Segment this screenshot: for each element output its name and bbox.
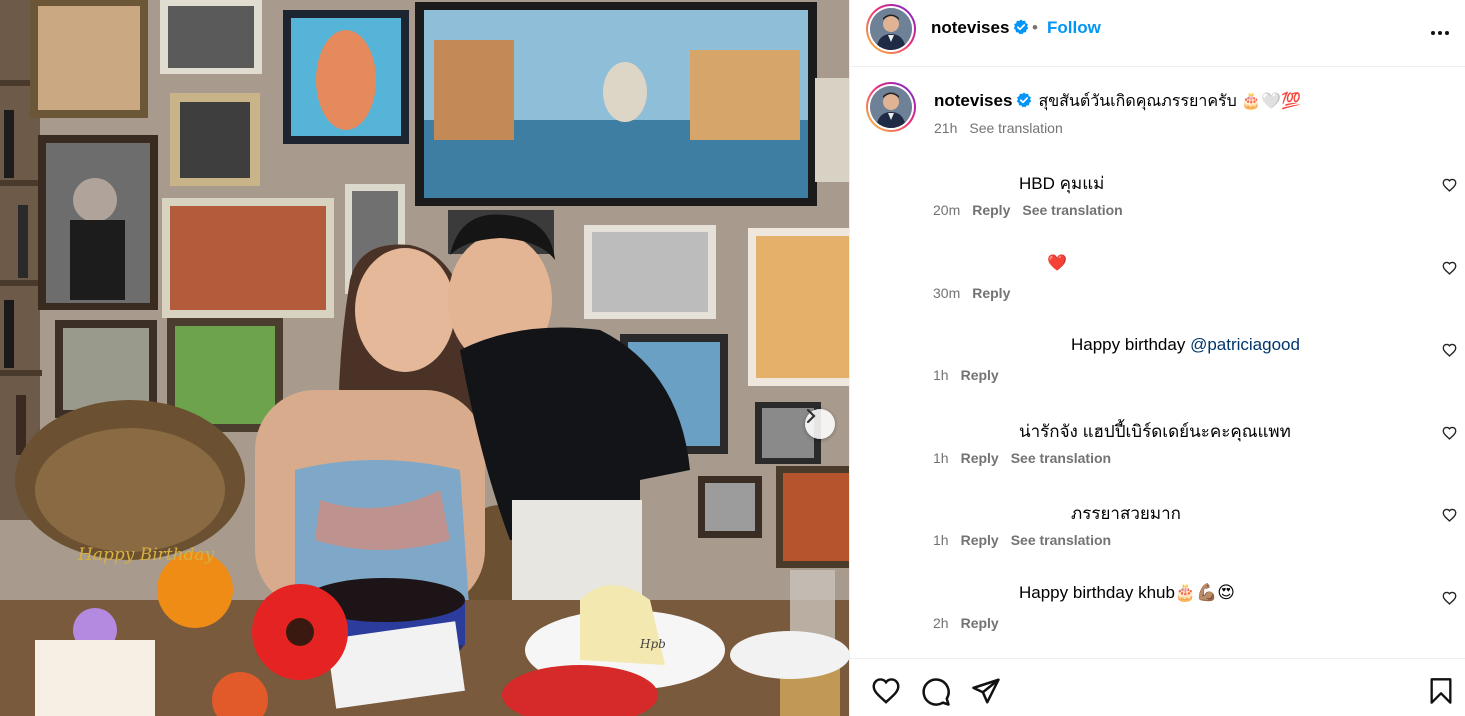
avatar-image: [870, 8, 912, 50]
avatar-image: [870, 86, 912, 128]
follow-button[interactable]: Follow: [1047, 18, 1101, 38]
verified-badge-icon: [1017, 92, 1032, 108]
comment-text: HBD คุมแม่: [1019, 174, 1105, 193]
share-button[interactable]: [971, 677, 1001, 710]
header-username-text[interactable]: notevises: [931, 18, 1009, 37]
comment-meta: 2h Reply: [933, 615, 1011, 631]
comment-time: 1h: [933, 532, 949, 548]
bookmark-icon: [1430, 678, 1452, 704]
carousel-next-button[interactable]: [805, 409, 835, 439]
comment-time: 2h: [933, 615, 949, 631]
caption-meta: 21h See translation: [934, 120, 1075, 136]
comment-bubble-icon: [922, 678, 950, 706]
comment-like-button[interactable]: [1442, 508, 1457, 527]
cake-topper-text: Happy Birthday: [77, 545, 215, 565]
more-options-button[interactable]: [1430, 24, 1450, 42]
reply-button[interactable]: Reply: [972, 285, 1010, 301]
post-photo[interactable]: Happy Birthday Hpb: [0, 0, 849, 716]
comment-time: 1h: [933, 367, 949, 383]
verified-badge-icon: [1014, 19, 1029, 35]
caption-body: สุขสันต์วันเกิดคุณภรรยาครับ 🎂🤍💯: [1038, 93, 1302, 110]
heart-outline-icon: [1442, 426, 1457, 440]
comment-meta: 1h Reply See translation: [933, 450, 1123, 466]
comment-text: ❤️: [1047, 255, 1067, 272]
comment-meta: 1h Reply See translation: [933, 532, 1123, 548]
comment-time: 20m: [933, 202, 961, 218]
comment-text: ภรรยาสวยมาก: [1071, 504, 1181, 523]
comment-time: 1h: [933, 450, 949, 466]
caption-avatar[interactable]: [866, 82, 916, 132]
comment-like-button[interactable]: [1442, 426, 1457, 445]
comment-time: 30m: [933, 285, 961, 301]
author-avatar[interactable]: [866, 4, 916, 54]
comment-meta: 30m Reply: [933, 285, 1022, 301]
heart-outline-icon: [1442, 591, 1457, 605]
comment-meta: 20m Reply See translation: [933, 202, 1135, 218]
comment-button[interactable]: [921, 677, 951, 712]
heart-outline-icon: [872, 678, 900, 704]
comment-like-button[interactable]: [1442, 343, 1457, 362]
see-translation-link[interactable]: See translation: [1022, 202, 1122, 218]
chevron-right-icon: [806, 409, 816, 423]
see-translation-link[interactable]: See translation: [1011, 532, 1111, 548]
header-username[interactable]: notevises: [931, 18, 1029, 38]
caption-time: 21h: [934, 120, 958, 136]
plate-text: Hpb: [639, 637, 666, 651]
reply-button[interactable]: Reply: [972, 202, 1010, 218]
post-actions-bar: [850, 658, 1465, 716]
mention-link[interactable]: @patriciagood: [1190, 335, 1300, 354]
heart-outline-icon: [1442, 343, 1457, 357]
see-translation-link[interactable]: See translation: [969, 120, 1062, 136]
like-button[interactable]: [871, 677, 901, 709]
more-horizontal-icon: [1431, 31, 1449, 35]
comment-body: Happy birthday: [1071, 335, 1191, 354]
comment-text: Happy birthday @patriciagood: [1071, 335, 1300, 355]
reply-button[interactable]: Reply: [961, 615, 999, 631]
comment-text: Happy birthday khub🎂💪🏽😍: [1019, 583, 1235, 602]
reply-button[interactable]: Reply: [961, 450, 999, 466]
post-image: Happy Birthday Hpb: [0, 0, 849, 716]
post-panel: notevises • Follow notevises สุขสันต์วัน…: [849, 0, 1465, 716]
heart-outline-icon: [1442, 261, 1457, 275]
comment-like-button[interactable]: [1442, 261, 1457, 280]
comment-like-button[interactable]: [1442, 178, 1457, 197]
comment-text: น่ารักจัง แฮปปี้เบิร์ดเดย์นะคะคุณแพท: [1019, 422, 1291, 441]
post-header: notevises • Follow: [850, 0, 1465, 67]
see-translation-link[interactable]: See translation: [1011, 450, 1111, 466]
save-button[interactable]: [1429, 677, 1453, 710]
paper-plane-icon: [972, 678, 1000, 704]
header-separator: •: [1032, 18, 1038, 37]
comment-like-button[interactable]: [1442, 591, 1457, 610]
comment-meta: 1h Reply: [933, 367, 1011, 383]
heart-outline-icon: [1442, 178, 1457, 192]
post-caption: notevises สุขสันต์วันเกิดคุณภรรยาครับ 🎂🤍…: [934, 89, 1301, 114]
reply-button[interactable]: Reply: [961, 532, 999, 548]
caption-username[interactable]: notevises: [934, 91, 1012, 110]
reply-button[interactable]: Reply: [961, 367, 999, 383]
heart-outline-icon: [1442, 508, 1457, 522]
